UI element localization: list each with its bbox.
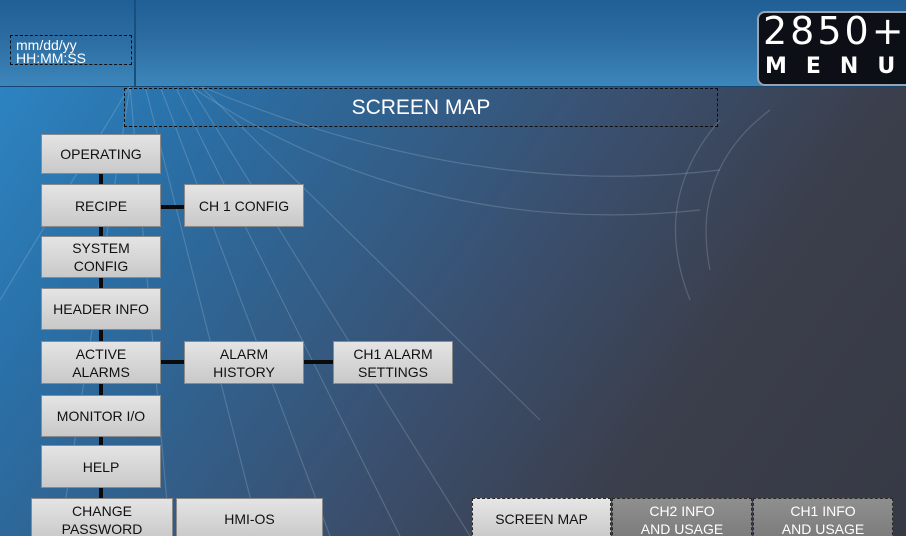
connector-alarms-history bbox=[160, 360, 184, 364]
alarm-history-button[interactable]: ALARM HISTORY bbox=[184, 341, 304, 384]
connector-history-settings bbox=[304, 360, 333, 364]
header-bar: mm/dd/yy HH:MM:SS 2850+ MENU bbox=[0, 0, 906, 87]
tab-ch1-info-line-1: CH1 INFO bbox=[790, 503, 856, 519]
change-password-label: CHANGE PASSWORD bbox=[62, 502, 143, 536]
tab-ch2-info-label: CH2 INFO AND USAGE bbox=[641, 502, 723, 536]
connector-recipe-ch1 bbox=[160, 205, 184, 209]
system-config-label: SYSTEM CONFIG bbox=[72, 239, 130, 275]
active-alarms-line-2: ALARMS bbox=[72, 363, 130, 380]
alarm-history-line-1: ALARM bbox=[219, 345, 269, 362]
header-info-label: HEADER INFO bbox=[53, 301, 149, 317]
alarm-history-line-2: HISTORY bbox=[213, 363, 275, 380]
tab-ch1-info-label: CH1 INFO AND USAGE bbox=[782, 502, 864, 536]
active-alarms-button[interactable]: ACTIVE ALARMS bbox=[41, 341, 161, 384]
ch1-alarm-settings-label: CH1 ALARM SETTINGS bbox=[353, 345, 432, 381]
ch1-config-button[interactable]: CH 1 CONFIG bbox=[184, 184, 304, 227]
monitor-io-button[interactable]: MONITOR I/O bbox=[41, 395, 161, 437]
hmi-os-button[interactable]: HMI-OS bbox=[176, 498, 323, 536]
tab-screen-map[interactable]: SCREEN MAP bbox=[472, 498, 611, 536]
ch1-alarm-settings-button[interactable]: CH1 ALARM SETTINGS bbox=[333, 341, 453, 384]
alarm-history-label: ALARM HISTORY bbox=[213, 345, 275, 381]
system-config-line-1: SYSTEM bbox=[72, 240, 130, 256]
header-divider bbox=[134, 0, 136, 86]
tab-ch2-info[interactable]: CH2 INFO AND USAGE bbox=[612, 498, 752, 536]
page-title: SCREEN MAP bbox=[124, 88, 718, 127]
logo-menu-label: MENU bbox=[765, 54, 906, 79]
tab-ch1-info-line-2: AND USAGE bbox=[781, 521, 865, 536]
tab-screen-map-label: SCREEN MAP bbox=[495, 511, 588, 527]
monitor-io-label: MONITOR I/O bbox=[56, 408, 146, 424]
date-time-display: mm/dd/yy HH:MM:SS bbox=[10, 35, 132, 65]
system-config-line-2: CONFIG bbox=[73, 258, 129, 274]
recipe-button[interactable]: RECIPE bbox=[41, 184, 161, 227]
help-button[interactable]: HELP bbox=[41, 445, 161, 488]
time-display: HH:MM:SS bbox=[16, 50, 86, 66]
hmi-os-label: HMI-OS bbox=[224, 511, 275, 527]
system-config-button[interactable]: SYSTEM CONFIG bbox=[41, 236, 161, 278]
logo-model-number: 2850+ bbox=[763, 11, 906, 53]
tab-ch2-info-line-2: AND USAGE bbox=[640, 521, 724, 536]
help-label: HELP bbox=[82, 458, 120, 475]
change-password-line-2: PASSWORD bbox=[61, 521, 143, 536]
ch1-config-label: CH 1 CONFIG bbox=[198, 197, 290, 214]
tab-ch1-info[interactable]: CH1 INFO AND USAGE bbox=[753, 498, 893, 536]
ch1-alarm-settings-line-1: CH1 ALARM bbox=[353, 345, 433, 362]
menu-logo-button[interactable]: 2850+ MENU bbox=[757, 11, 906, 86]
change-password-line-1: CHANGE bbox=[72, 503, 132, 519]
active-alarms-line-1: ACTIVE bbox=[75, 345, 127, 362]
change-password-button[interactable]: CHANGE PASSWORD bbox=[31, 498, 173, 536]
operating-button[interactable]: OPERATING bbox=[41, 134, 161, 174]
recipe-label: RECIPE bbox=[74, 197, 128, 214]
header-info-button[interactable]: HEADER INFO bbox=[41, 288, 161, 330]
active-alarms-label: ACTIVE ALARMS bbox=[72, 345, 130, 381]
hmi-screen: mm/dd/yy HH:MM:SS 2850+ MENU SCREEN MAP … bbox=[0, 0, 906, 536]
ch1-alarm-settings-line-2: SETTINGS bbox=[357, 363, 428, 380]
operating-label: OPERATING bbox=[60, 146, 142, 162]
tab-ch2-info-line-1: CH2 INFO bbox=[649, 503, 715, 519]
